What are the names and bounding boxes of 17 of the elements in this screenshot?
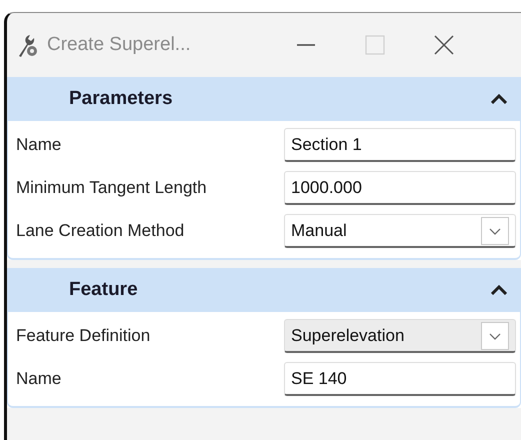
field-label: Name xyxy=(16,369,62,389)
collapse-chevron-icon[interactable] xyxy=(491,94,507,104)
field-label: Lane Creation Method xyxy=(16,221,186,241)
field-label: Name xyxy=(16,135,62,155)
dropdown-field[interactable]: Manual xyxy=(284,214,516,248)
window-title: Create Superel... xyxy=(47,34,192,56)
text-field[interactable]: SE 140 xyxy=(284,362,516,396)
section-title: Feature xyxy=(69,279,138,301)
section-title: Parameters xyxy=(69,88,173,110)
text-field[interactable]: Section 1 xyxy=(284,128,516,162)
section-header[interactable]: Feature xyxy=(7,268,521,312)
field-label: Feature Definition xyxy=(16,326,152,346)
section-header[interactable]: Parameters xyxy=(7,77,521,121)
collapse-chevron-icon[interactable] xyxy=(491,285,507,295)
close-icon[interactable] xyxy=(433,34,455,56)
field-label: Minimum Tangent Length xyxy=(16,178,208,198)
text-field[interactable]: 1000.000 xyxy=(284,171,516,205)
